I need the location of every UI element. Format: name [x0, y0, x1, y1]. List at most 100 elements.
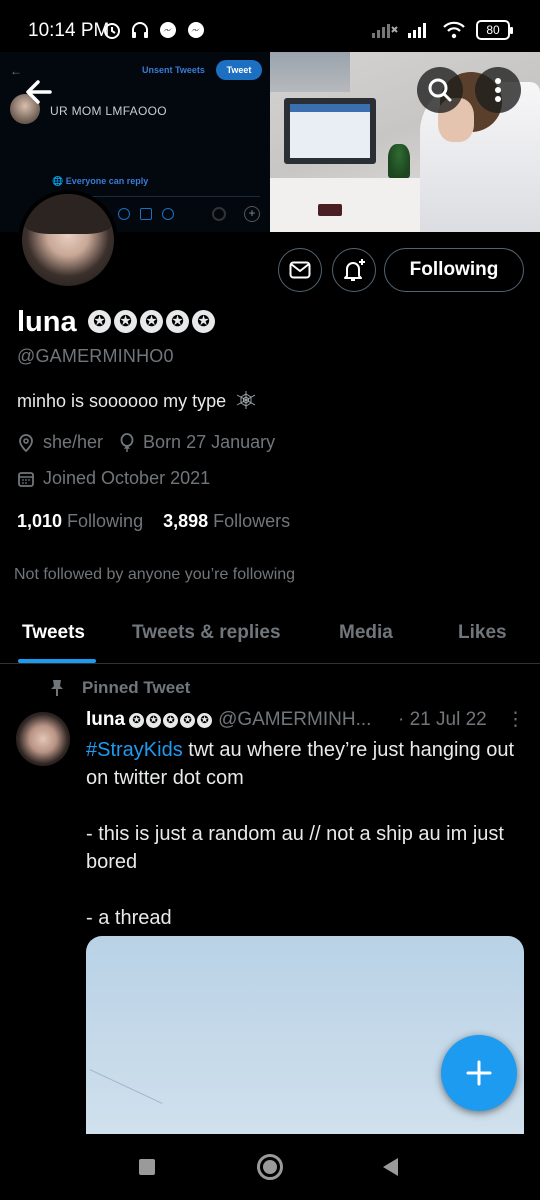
star-icon: ✪	[140, 310, 163, 333]
banner-tweet-pill: Tweet	[216, 60, 262, 80]
tweet-name-stars: ✪ ✪ ✪ ✪ ✪	[129, 712, 213, 728]
envelope-icon	[289, 261, 311, 279]
home-circle-icon[interactable]	[257, 1154, 283, 1180]
signal-icon-1	[372, 24, 398, 38]
followers-label: Followers	[213, 511, 291, 531]
status-bar: 10:14 PM 80	[0, 0, 540, 52]
location-small-icon	[162, 208, 174, 220]
tweet-author-handle: @GAMERMINH...	[218, 709, 372, 730]
star-icon: ✪	[114, 310, 137, 333]
alarm-icon	[104, 23, 120, 39]
following-count-link[interactable]: 1,010 Following	[17, 511, 143, 532]
unsent-tweets-label: Unsent Tweets	[142, 65, 205, 75]
name-stars: ✪ ✪ ✪ ✪ ✪	[88, 310, 215, 333]
message-button[interactable]	[278, 248, 322, 292]
add-thread-icon: +	[244, 206, 260, 222]
star-icon: ✪	[163, 712, 179, 728]
messenger-icon-2	[188, 22, 204, 38]
star-icon: ✪	[197, 712, 213, 728]
pin-icon	[51, 680, 63, 696]
wifi-icon	[443, 21, 465, 39]
profile-avatar[interactable]	[18, 190, 118, 290]
hashtag-link[interactable]: #StrayKids	[86, 739, 183, 761]
display-name: luna	[17, 306, 77, 338]
tweet-paragraph-3: - a thread	[86, 907, 172, 929]
star-icon: ✪	[129, 712, 145, 728]
birthday-item: Born 27 January	[119, 432, 275, 453]
pronouns-text: she/her	[43, 432, 104, 452]
tab-tweets[interactable]: Tweets	[22, 622, 85, 644]
profile-meta-row-2: Joined October 2021	[17, 468, 218, 489]
more-button[interactable]	[475, 67, 521, 113]
status-system-icons: 80	[372, 20, 513, 40]
more-vertical-icon	[495, 78, 501, 102]
arrow-left-icon[interactable]	[20, 72, 60, 112]
profile-meta-row-1: she/her Born 27 January	[17, 432, 283, 453]
tweet-author-name[interactable]: luna	[86, 709, 125, 731]
search-button[interactable]	[417, 67, 463, 113]
media-wire	[89, 1069, 163, 1104]
everyone-can-reply-text: Everyone can reply	[65, 176, 149, 186]
photo-screen-bar	[290, 104, 370, 112]
messenger-icon	[160, 22, 176, 38]
tweet-paragraph-1: #StrayKids twt au where they’re just han…	[86, 736, 526, 792]
calendar-icon	[18, 471, 34, 487]
compose-tweet-button[interactable]	[441, 1035, 517, 1111]
star-icon: ✪	[192, 310, 215, 333]
photo-window	[270, 52, 350, 92]
plus-icon	[466, 1060, 492, 1086]
star-icon: ✪	[88, 310, 111, 333]
pinned-label: Pinned Tweet	[50, 678, 190, 698]
following-count: 1,010	[17, 511, 63, 531]
tweet-body: #StrayKids twt au where they’re just han…	[86, 736, 526, 960]
birthday-text: Born 27 January	[143, 432, 276, 452]
everyone-can-reply-label: 🌐 Everyone can reply	[52, 176, 149, 186]
tweet-more-icon[interactable]: ⋮	[506, 708, 525, 731]
schedule-icon	[140, 208, 152, 220]
tweet-header: luna ✪ ✪ ✪ ✪ ✪ @GAMERMINH...	[86, 709, 371, 731]
tab-tweets-replies[interactable]: Tweets & replies	[132, 622, 281, 644]
signal-icon-2	[408, 23, 426, 38]
profile-handle: @GAMERMINHO0	[17, 346, 174, 366]
emoji-icon	[118, 208, 130, 220]
status-notification-icons	[102, 20, 206, 40]
recents-icon[interactable]	[139, 1159, 155, 1175]
photo-plant	[388, 144, 410, 178]
profile-bio: minho is soooooo my type	[17, 390, 257, 412]
followers-count-link[interactable]: 3,898 Followers	[163, 511, 290, 532]
profile-tabs: Tweets Tweets & replies Media Likes	[0, 606, 540, 664]
avatar-hair	[22, 194, 114, 234]
star-icon: ✪	[146, 712, 162, 728]
bell-plus-icon	[344, 259, 365, 281]
notify-button[interactable]	[332, 248, 376, 292]
tab-likes[interactable]: Likes	[458, 622, 507, 644]
bio-text: minho is soooooo my type	[17, 391, 227, 411]
follow-counts: 1,010 Following 3,898 Followers	[17, 511, 290, 532]
joined-text: Joined October 2021	[43, 468, 211, 488]
following-button[interactable]: Following	[384, 248, 524, 292]
headphones-icon	[132, 22, 148, 38]
tab-media[interactable]: Media	[339, 622, 393, 644]
status-time: 10:14 PM	[28, 20, 110, 41]
joined-item: Joined October 2021	[17, 468, 210, 489]
search-icon	[428, 78, 452, 102]
star-icon: ✪	[180, 712, 196, 728]
pinned-text: Pinned Tweet	[82, 678, 191, 697]
not-followed-note: Not followed by anyone you’re following	[14, 566, 296, 583]
followers-count: 3,898	[163, 511, 209, 531]
spider-web-icon	[236, 391, 256, 409]
tweet-avatar[interactable]	[16, 712, 70, 766]
location-pin-icon	[19, 433, 33, 452]
banner-caption: UR MOM LMFAOOO	[50, 104, 167, 118]
star-icon: ✪	[166, 310, 189, 333]
android-nav-bar	[0, 1134, 540, 1200]
char-count-ring-icon	[212, 207, 226, 221]
tweet-date[interactable]: · 21 Jul 22	[398, 709, 487, 731]
following-label: Following	[67, 511, 144, 531]
pronouns-item: she/her	[17, 432, 103, 453]
back-triangle-icon[interactable]	[383, 1158, 398, 1176]
balloon-icon	[120, 432, 134, 452]
banner-compose-icons	[118, 208, 174, 220]
active-tab-indicator	[18, 659, 96, 663]
photo-phone	[318, 204, 342, 216]
